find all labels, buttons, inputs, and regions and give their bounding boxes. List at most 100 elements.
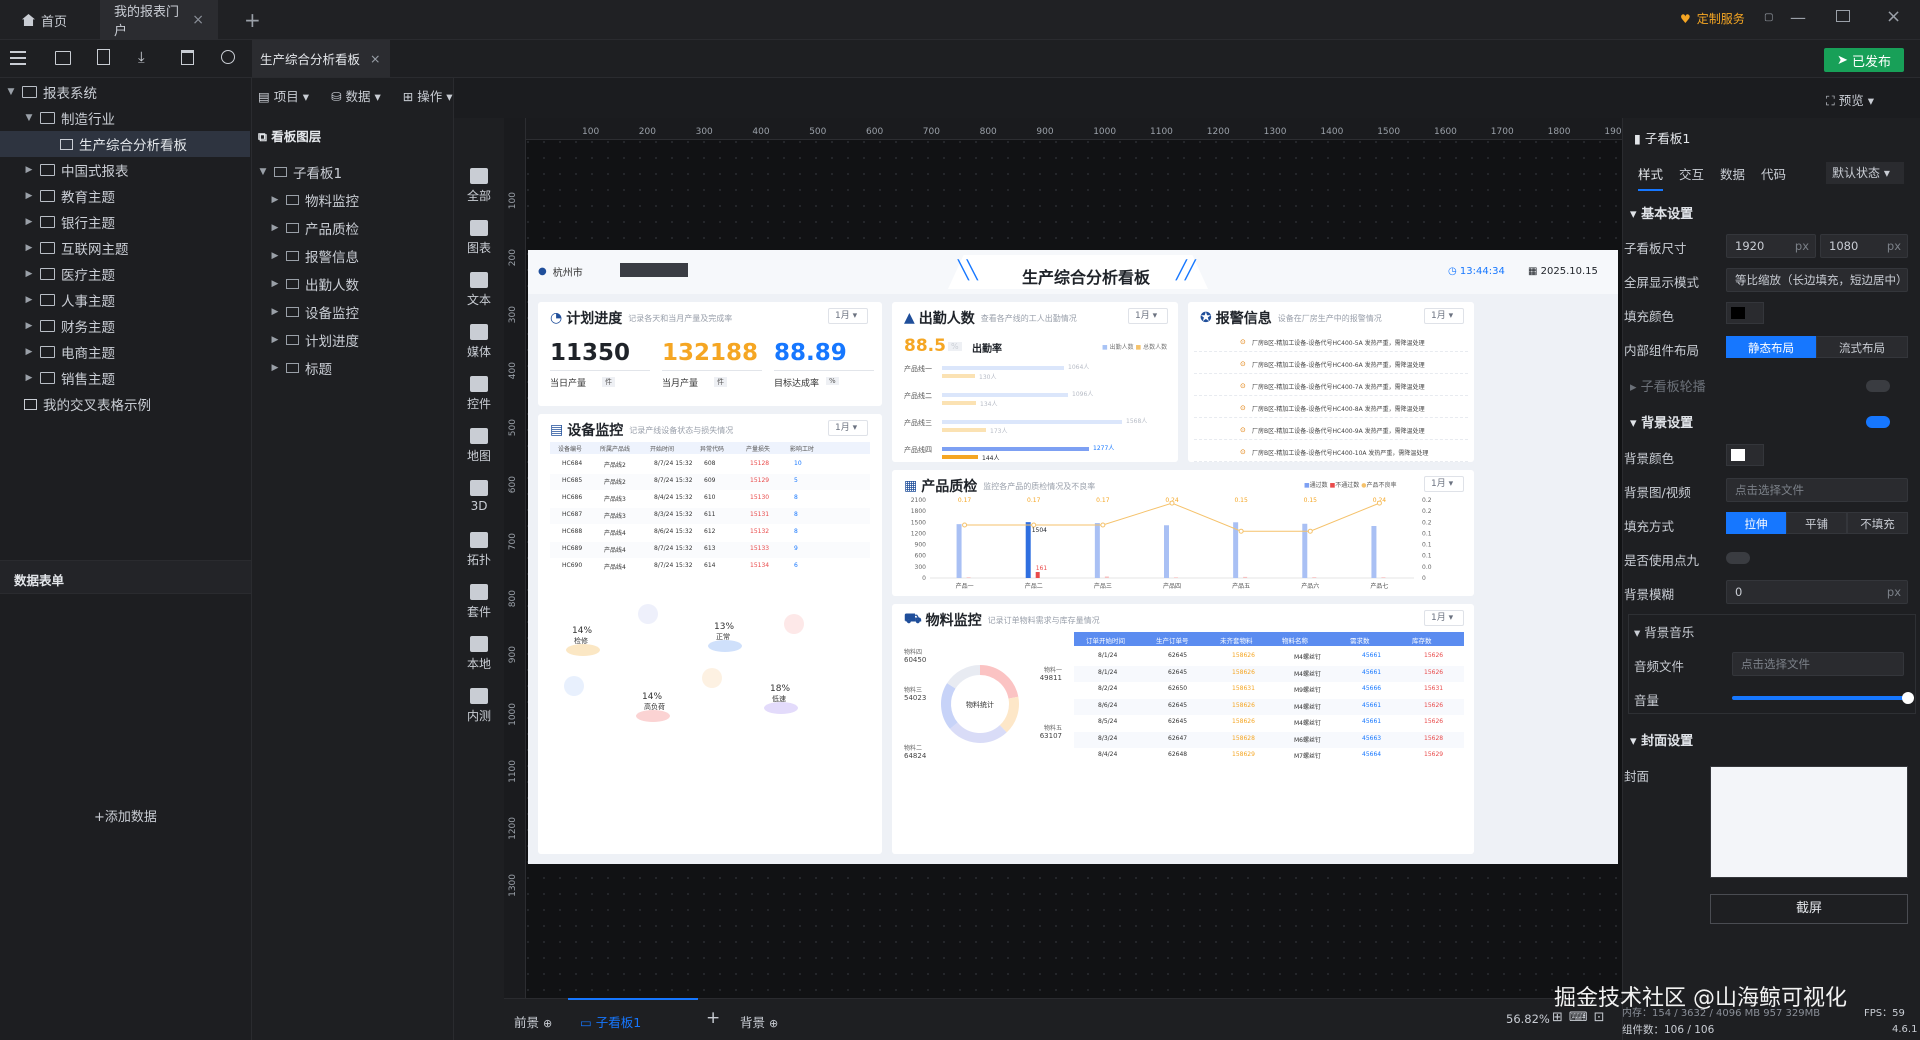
publish-button[interactable]: ➤ 已发布 [1824,48,1904,72]
tree-item-manufacturing[interactable]: ▼ 制造行业 [0,105,250,131]
menu-project[interactable]: ▤ 项目 ▾ [258,86,309,105]
download-icon[interactable]: ⤓ [138,48,145,66]
layer-background[interactable]: 背景 ⊕ [740,1012,778,1031]
widget-kit[interactable]: 套件 [454,584,504,620]
add-circle-icon[interactable]: ⊕ [769,1017,778,1030]
screenshot-button[interactable]: 截屏 [1710,894,1908,924]
menu-data[interactable]: ⛁ 数据 ▾ [331,86,381,105]
layer-item[interactable]: ▶ 出勤人数 [270,271,470,297]
tree-item-sales[interactable]: ▶ 销售主题 [0,365,250,391]
tree-root[interactable]: ▼ 报表系统 [0,79,250,105]
fill-tile[interactable]: 平铺 [1786,512,1847,534]
layer-root[interactable]: ▼ 子看板1 [258,159,458,185]
keyboard-icon[interactable]: ⌨ [1569,1010,1594,1025]
fit-icon[interactable]: ⊞ [1552,1010,1569,1025]
delete-icon[interactable] [181,50,194,65]
volume-slider[interactable] [1732,696,1908,700]
fill-stretch[interactable]: 拉伸 [1726,512,1786,534]
carousel-section[interactable]: ▸ 子看板轮播 [1630,376,1706,395]
widget-control[interactable]: 控件 [454,376,504,412]
tab-data[interactable]: 数据 [1720,164,1745,191]
plan-month-select[interactable]: 1月 ▾ [828,308,868,324]
tab-code[interactable]: 代码 [1761,164,1786,191]
close-icon[interactable]: × [370,51,380,66]
fill-none[interactable]: 不填充 [1847,512,1908,534]
layer-item[interactable]: ▶ 计划进度 [270,327,470,353]
tree-item-dashboard[interactable]: 生产综合分析看板 [0,131,250,157]
alarm-month-select[interactable]: 1月 ▾ [1424,308,1464,324]
minimize-icon[interactable]: — [1790,8,1806,27]
width-input[interactable]: 1920 px [1726,234,1816,258]
bg-image-select[interactable]: 点击选择文件 [1726,478,1908,502]
preview-button[interactable]: ⛶ 预览 ▾ [1826,90,1874,109]
close-icon[interactable]: × [192,12,204,28]
new-folder-icon[interactable] [55,51,71,65]
carousel-toggle[interactable] [1866,380,1890,392]
volume-handle[interactable] [1902,692,1914,704]
layer-item[interactable]: ▶ 报警信息 [270,243,470,269]
tree-item-bank[interactable]: ▶ 银行主题 [0,209,250,235]
fill-color-picker[interactable] [1726,302,1764,324]
tree-item-education[interactable]: ▶ 教育主题 [0,183,250,209]
blur-input[interactable]: 0 px [1726,580,1908,604]
material-month-select[interactable]: 1月 ▾ [1424,610,1464,626]
menu-ops[interactable]: ⊞ 操作 ▾ [403,86,453,105]
height-input[interactable]: 1080 px [1820,234,1908,258]
search-icon[interactable] [221,50,235,64]
fullscreen-select[interactable]: 等比缩放（长边填充，短边居中） [1726,268,1908,292]
tree-item-medical[interactable]: ▶ 医疗主题 [0,261,250,287]
tab-interaction[interactable]: 交互 [1679,164,1704,191]
widget-media[interactable]: 媒体 [454,324,504,360]
terminal-icon[interactable]: ⊡ [1594,1010,1611,1025]
zoom-level[interactable]: 56.82% [1506,1012,1550,1026]
layout-static[interactable]: 静态布局 [1726,336,1816,358]
widget-all[interactable]: 全部 [454,168,504,204]
widget-map[interactable]: 地图 [454,428,504,464]
tree-item-ecommerce[interactable]: ▶ 电商主题 [0,339,250,365]
menu-icon[interactable] [10,51,26,65]
tree-item-internet[interactable]: ▶ 互联网主题 [0,235,250,261]
tree-item-hr[interactable]: ▶ 人事主题 [0,287,250,313]
device-month-select[interactable]: 1月 ▾ [828,420,868,436]
tab-style[interactable]: 样式 [1638,164,1664,191]
user-icon[interactable]: ▢ [1764,12,1782,26]
add-circle-icon[interactable]: ⊕ [543,1017,552,1030]
add-data-button[interactable]: +添加数据 [94,806,157,825]
layer-item[interactable]: ▶ 标题 [270,355,470,381]
cover-section[interactable]: ▾ 封面设置 [1630,730,1693,749]
layer-foreground[interactable]: 前景 ⊕ [514,1012,552,1031]
bg-toggle[interactable] [1866,416,1890,428]
tree-item-crosstab[interactable]: 我的交叉表格示例 [0,391,250,417]
tab-subboard[interactable]: ▭ 子看板1 [580,1012,641,1031]
layer-item[interactable]: ▶ 设备监控 [270,299,470,325]
layer-item[interactable]: ▶ 物料监控 [270,187,470,213]
widget-chart[interactable]: 图表 [454,220,504,256]
tab-active-file[interactable]: 生产综合分析看板 × [252,40,390,77]
widget-topology[interactable]: 拓扑 [454,532,504,568]
nine-patch-toggle[interactable] [1726,552,1750,564]
tab-portal[interactable]: 我的报表门户 × [100,0,218,40]
attendance-month-select[interactable]: 1月 ▾ [1128,308,1168,324]
widget-beta[interactable]: 内测 [454,688,504,724]
basic-section[interactable]: ▾ 基本设置 [1630,203,1693,222]
audio-select[interactable]: 点击选择文件 [1732,652,1904,676]
layer-item[interactable]: ▶ 产品质检 [270,215,470,241]
window-close-icon[interactable]: × [1886,6,1901,27]
layout-flow[interactable]: 流式布局 [1816,336,1908,358]
maximize-icon[interactable] [1836,10,1850,22]
tree-item-finance[interactable]: ▶ 财务主题 [0,313,250,339]
new-tab-button[interactable]: + [244,8,261,32]
widget-local[interactable]: 本地 [454,636,504,672]
quality-month-select[interactable]: 1月 ▾ [1424,476,1464,492]
tab-home[interactable]: 首页 [8,0,81,40]
widget-text[interactable]: 文本 [454,272,504,308]
bg-section[interactable]: ▾ 背景设置 [1630,412,1693,431]
dashboard-board[interactable]: ● 杭州市 ╲╲ ╱╱ 生产综合分析看板 ◷ 13:44:34 ▦ 2025.10… [528,250,1618,864]
bg-color-picker[interactable] [1726,444,1764,466]
tree-item-china-report[interactable]: ▶ 中国式报表 [0,157,250,183]
state-select[interactable]: 默认状态 ▾ [1826,162,1904,184]
widget-3d[interactable]: 3D [454,480,504,513]
custom-service-button[interactable]: ♥ 定制服务 [1680,10,1745,27]
new-file-icon[interactable] [97,49,110,65]
add-board-button[interactable]: + [706,1008,720,1028]
